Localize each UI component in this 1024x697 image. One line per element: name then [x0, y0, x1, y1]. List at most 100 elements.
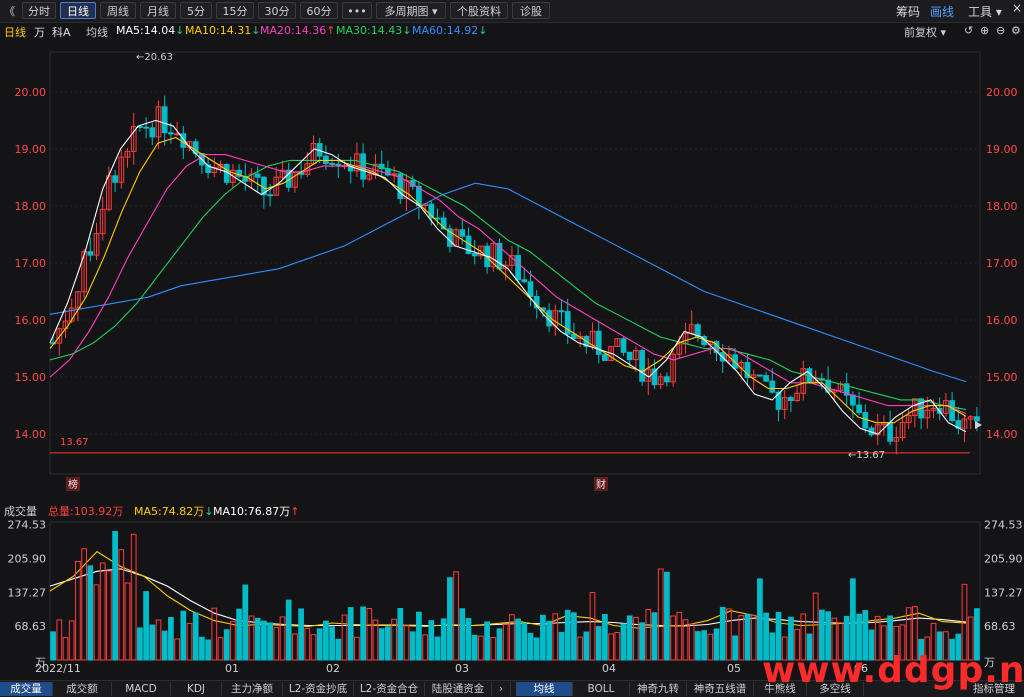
more-periods-button[interactable]: ••• [342, 2, 372, 19]
candle-body [87, 251, 94, 256]
tab-weekly[interactable]: 周线 [100, 2, 136, 19]
chips-button[interactable]: 筹码 [896, 3, 920, 20]
kline-chart[interactable]: 20.00 20.00 19.00 19.00 18.00 18.00 17.00 17.00… [0, 40, 1024, 680]
price-tick-left: 15.00 [15, 371, 47, 384]
tab-fenshi[interactable]: 分时 [22, 2, 56, 19]
tab-northbound[interactable]: 陆股通资金 [425, 682, 492, 696]
volume-bar [378, 628, 385, 661]
tab-volume[interactable]: 成交量 [0, 682, 53, 696]
volume-bar [242, 584, 249, 661]
diagnose-button[interactable]: 诊股 [512, 2, 550, 19]
tab-turnover[interactable]: 成交额 [53, 682, 112, 696]
cai-marker-label: 财 [596, 478, 606, 491]
candle-body [143, 126, 149, 129]
stock-profile-button[interactable]: 个股资料 [450, 2, 508, 19]
close-icon[interactable]: × [1012, 1, 1022, 15]
candle-body [664, 376, 670, 383]
volume-bar [614, 631, 621, 661]
volume-bar [608, 633, 614, 661]
unit-label: 万 [34, 26, 45, 39]
candle-body [602, 353, 608, 361]
volume-bar [490, 636, 497, 661]
volume-info-bar: 成交量 总量:103.92万 MA5:74.82万↓ MA10:76.87万↑ [0, 502, 1024, 518]
date-tick: 05 [727, 662, 741, 675]
tab-15min[interactable]: 15分 [216, 2, 254, 19]
tab-l2-position[interactable]: L2-资金合仓 [354, 682, 425, 696]
candle-body [757, 374, 763, 377]
volume-bar [56, 619, 63, 661]
volume-bar [261, 620, 267, 661]
volume-tick-left: 274.53 [8, 519, 47, 532]
ma-label[interactable]: 均线 [86, 24, 108, 40]
settings-icon[interactable]: ⚙ [1011, 24, 1021, 37]
candle-body [769, 380, 776, 393]
volume-bar [254, 617, 261, 661]
volume-bar [354, 636, 360, 661]
candle-body [471, 252, 478, 257]
volume-bar [676, 611, 683, 661]
volume-bar [174, 638, 180, 661]
zoom-out-icon[interactable]: ⊖ [996, 24, 1005, 37]
price-tick-right: 17.00 [986, 257, 1018, 270]
tabs-scroll-icon[interactable]: › [492, 682, 511, 696]
volume-bar [285, 599, 292, 661]
volume-bar [639, 622, 645, 661]
candle-body [558, 310, 565, 313]
chart-axes: 20.00 20.00 19.00 19.00 18.00 18.00 17.00 17.00… [8, 86, 1023, 675]
tab-boll[interactable]: BOLL [573, 682, 630, 696]
tab-kdj[interactable]: KDJ [171, 682, 222, 696]
volume-bar [106, 570, 112, 661]
volume-bar [335, 638, 342, 661]
tab-ma[interactable]: 均线 [516, 682, 573, 696]
price-tick-left: 17.00 [15, 257, 47, 270]
tab-magic-five[interactable]: 神奇五线谱 [687, 682, 754, 696]
date-tick: 04 [602, 662, 616, 675]
tab-60min[interactable]: 60分 [300, 2, 338, 19]
tab-macd[interactable]: MACD [112, 682, 171, 696]
volume-bar [87, 565, 94, 661]
volume-bar [230, 621, 236, 661]
low-label: ←13.67 [848, 450, 885, 461]
reset-icon[interactable]: ↺ [964, 24, 973, 37]
tab-daily[interactable]: 日线 [60, 2, 96, 19]
zoom-in-icon[interactable]: ⊕ [980, 24, 989, 37]
volume-bar [124, 582, 131, 661]
watermark: www.ddgp.net [762, 650, 1024, 691]
tab-monthly[interactable]: 月线 [140, 2, 176, 19]
volume-bar [564, 609, 571, 661]
ma5-value: MA5:14.04↓ [116, 24, 185, 37]
ma30-value: MA30:14.43↓ [336, 24, 412, 37]
volume-bar [409, 631, 416, 661]
candle-body [329, 163, 335, 166]
tab-5min[interactable]: 5分 [180, 2, 212, 19]
volume-bar [161, 630, 168, 661]
volume-bar [93, 584, 100, 661]
candle-body [521, 279, 528, 283]
volume-bar [279, 616, 286, 661]
volume-bar [428, 620, 435, 661]
candle-body [595, 330, 602, 355]
tab-main-net[interactable]: 主力净额 [222, 682, 283, 696]
volume-bar [149, 624, 156, 661]
volume-bar [199, 636, 205, 661]
tab-30min[interactable]: 30分 [258, 2, 296, 19]
volume-bar [515, 618, 521, 661]
multi-period-dropdown[interactable]: 多周期图 ▾ [376, 2, 446, 19]
volume-bar [695, 631, 701, 661]
volume-bar [416, 611, 422, 661]
tab-l2-bottom[interactable]: L2-资金抄底 [283, 682, 354, 696]
volume-bar [750, 614, 757, 661]
volume-bar [267, 622, 273, 661]
volume-bar [304, 627, 311, 661]
draw-line-button[interactable]: 画线 [930, 3, 954, 20]
ma10-value: MA10:14.31↓ [185, 24, 261, 37]
ma60-value: MA60:14.92↓ [412, 24, 488, 37]
volume-bar [112, 530, 118, 661]
volume-bar [664, 571, 670, 661]
tab-magic-nine[interactable]: 神奇九转 [630, 682, 687, 696]
candle-body [763, 375, 769, 382]
price-tick-left: 19.00 [15, 143, 47, 156]
back-icon[interactable]: 《 [4, 3, 15, 19]
adjust-dropdown[interactable]: 前复权 ▾ [904, 24, 946, 40]
tools-dropdown[interactable]: 工具 ▾ [968, 3, 1002, 20]
